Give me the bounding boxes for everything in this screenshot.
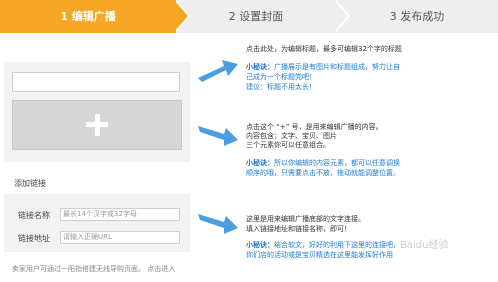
footer-note: 卖家用户可通过一阳指搭建无线导购页面。 点击进入: [12, 265, 176, 273]
arrow-icon: [198, 60, 238, 82]
tip-line: 建议：标题不用太长！: [246, 83, 316, 91]
link-url-input[interactable]: 请输入正确URL: [60, 231, 180, 244]
tip-line: 顺序的哦，只需要点击不放，拖动就能调整位置。: [246, 169, 400, 177]
add-content-button[interactable]: [12, 100, 182, 150]
watermark: Baidu经验: [400, 240, 449, 251]
plus-icon: [86, 122, 108, 127]
tip-title: 小秘诀：: [246, 63, 274, 71]
step-progress-bar: 1 编辑广播 2 设置封面 3 发布成功: [0, 0, 498, 33]
add-link-heading: 添加链接: [14, 179, 46, 188]
step-edit-broadcast: 1 编辑广播: [0, 0, 176, 33]
tip-line: 所以你编辑的内容元素，都可以任意调换: [274, 159, 400, 167]
tip-text: 小秘诀：结合软文，好好的利用下这里的连接吧，: [246, 240, 400, 250]
title-input[interactable]: [12, 72, 180, 92]
tip-line: 你们店的活动或是宝贝精选在这里能发挥好作用: [246, 251, 393, 259]
step-separator: [174, 0, 188, 32]
tip-text: 小秘诀：广播展示是有图片和标题组成，努力让自: [246, 62, 400, 72]
tip-text: 小秘诀：所以你编辑的内容元素，都可以任意调换: [246, 158, 400, 168]
annotation-link-line: 填入链接地址和链接名称，即可！: [246, 225, 351, 233]
tip-line: 己成为一个标题党吧！: [246, 73, 316, 81]
arrow-icon: [198, 214, 238, 234]
tip-title: 小秘诀：: [246, 241, 274, 249]
link-name-input[interactable]: 最长14个汉字或32字母: [60, 208, 180, 221]
link-url-label: 链接地址: [18, 234, 50, 243]
link-name-label: 链接名称: [18, 211, 50, 220]
step-set-cover: 2 设置封面: [176, 0, 336, 33]
annotation-title-hint: 点击此处，为编辑标题，最多可编辑32个字的标题: [246, 45, 402, 53]
annotation-content-line: 三个元素你可以任意组合。: [246, 141, 330, 149]
annotation-link-hint: 这里是用来编辑广播底部的文字连接。: [246, 215, 365, 223]
arrow-icon: [198, 126, 238, 146]
step-separator: [334, 0, 348, 32]
tip-line: 广播展示是有图片和标题组成，努力让自: [274, 63, 400, 71]
step-publish-success: 3 发布成功: [336, 0, 498, 33]
tip-line: 结合软文，好好的利用下这里的连接吧，: [274, 241, 400, 249]
tip-title: 小秘诀：: [246, 159, 274, 167]
